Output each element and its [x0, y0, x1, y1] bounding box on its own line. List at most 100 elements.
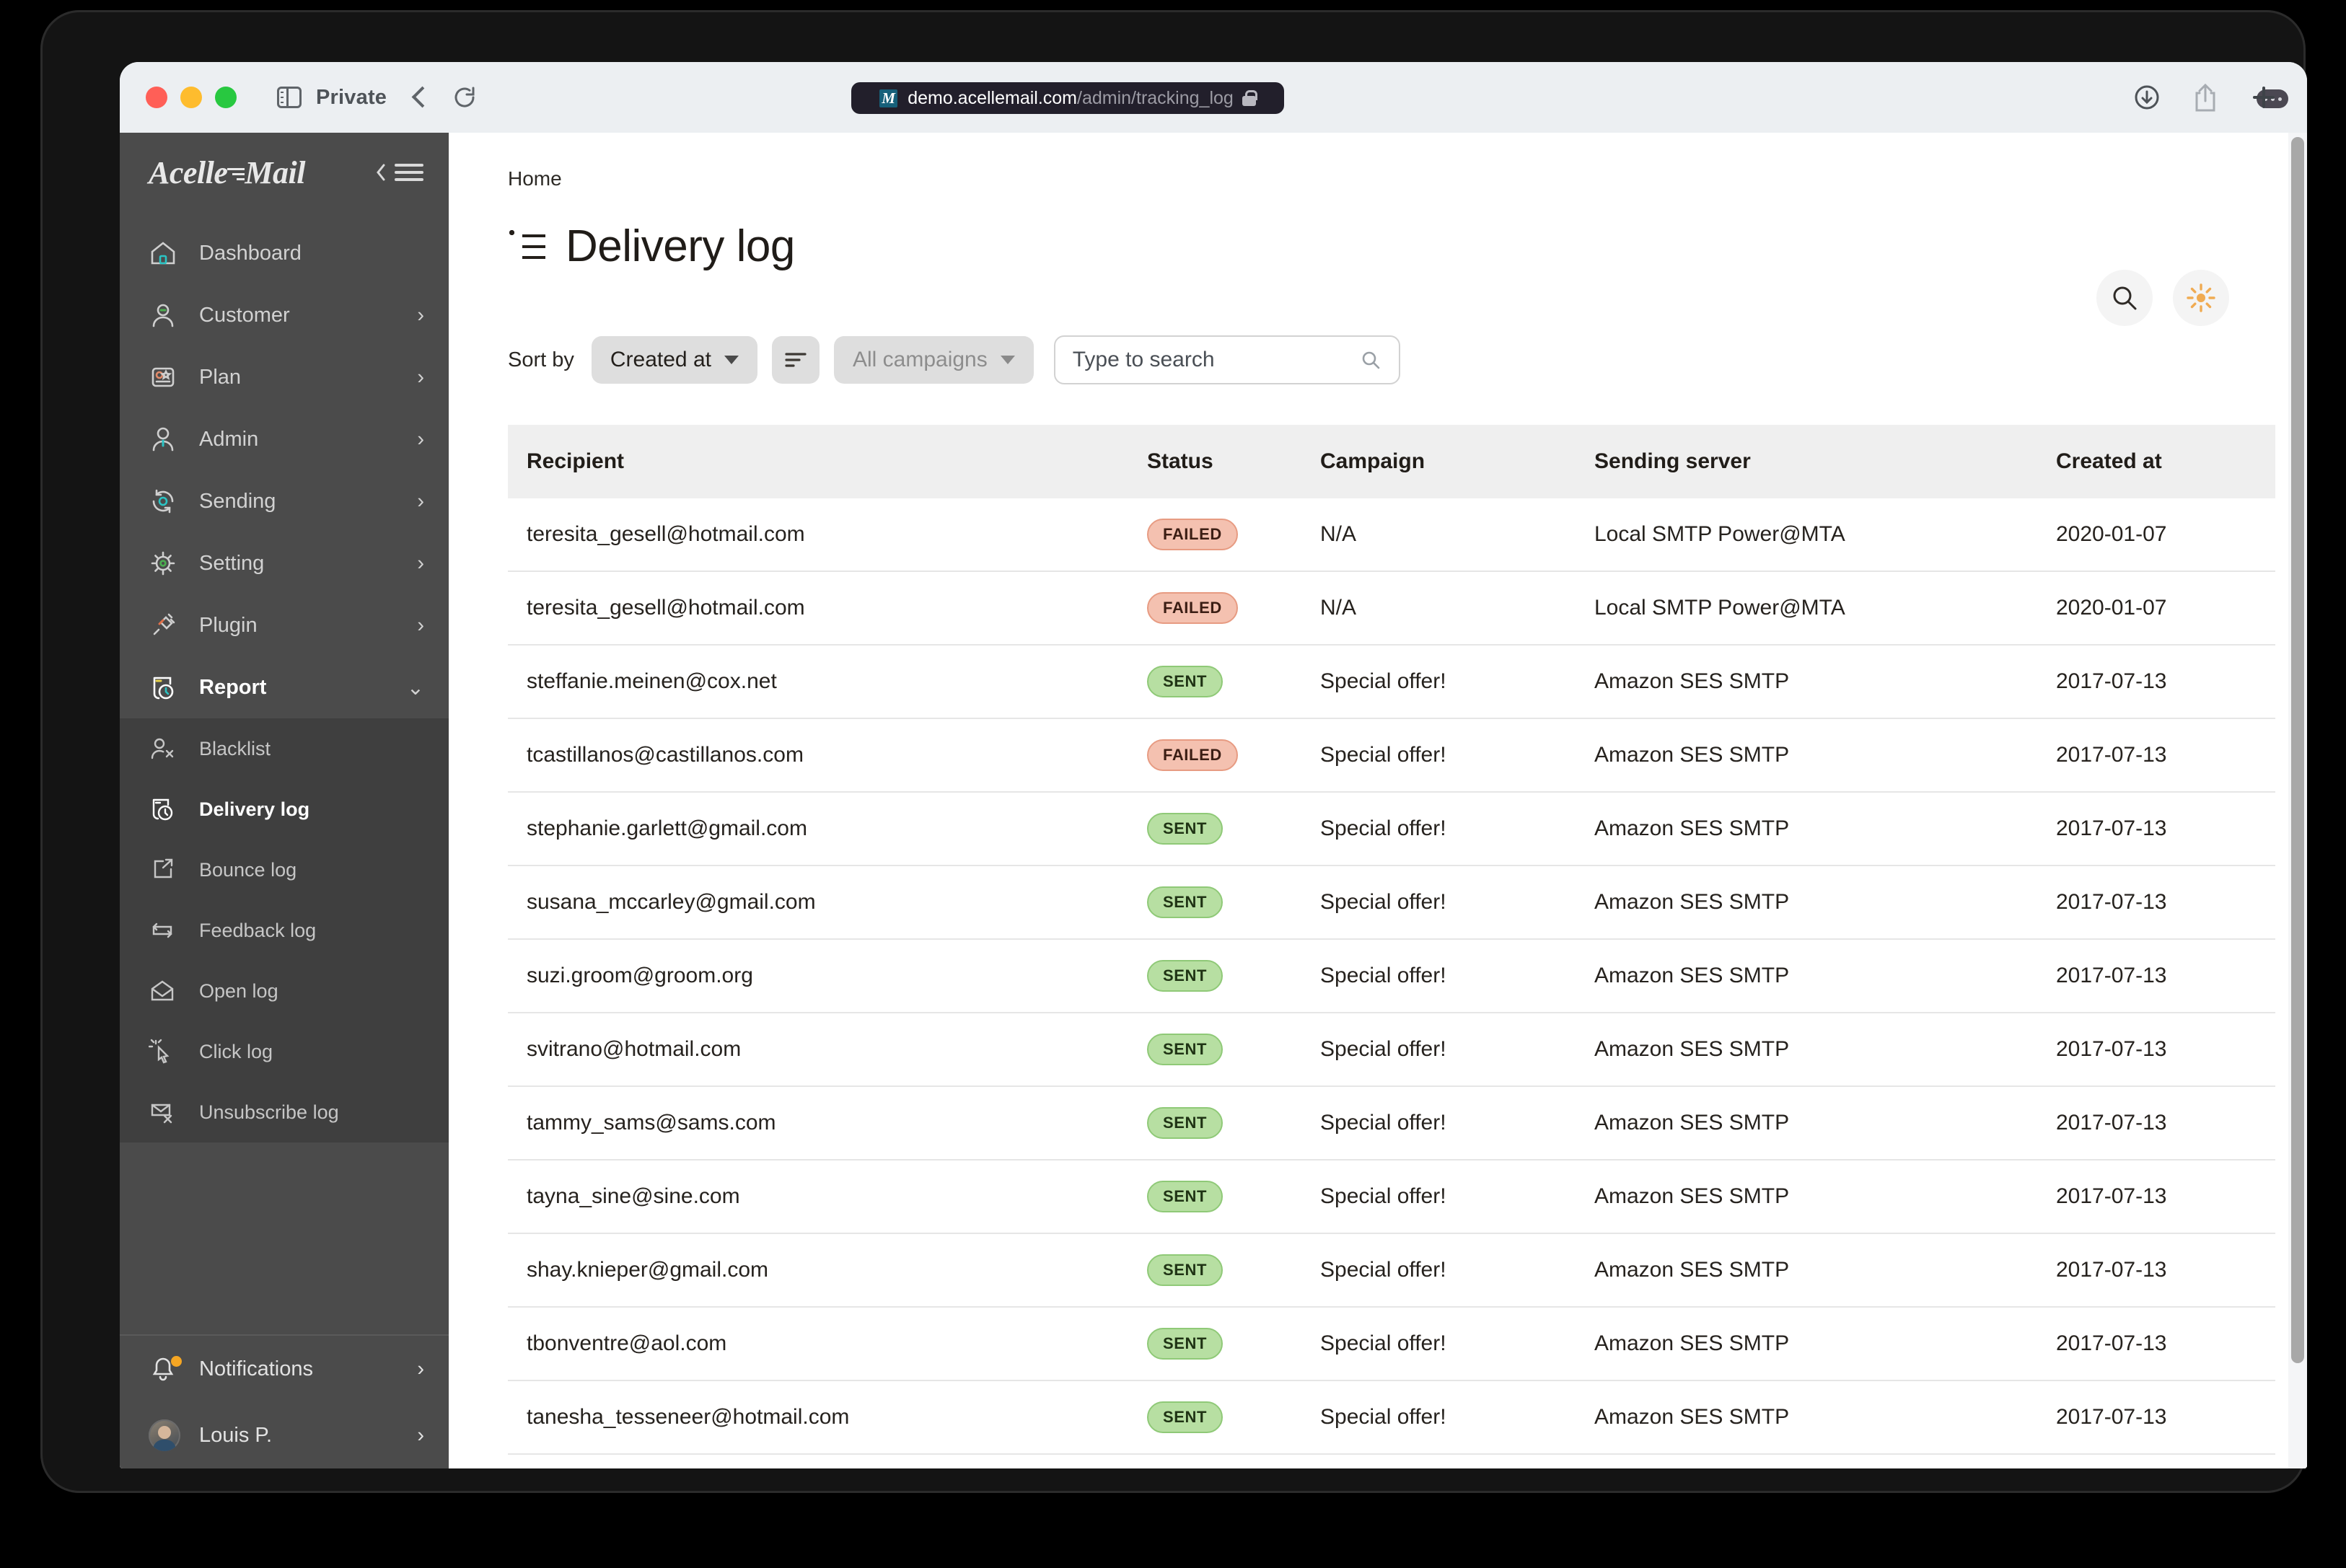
sidebar-nav: Dashboard Customer › Plan › Admin › Send…	[120, 212, 449, 718]
table-row[interactable]: tayna_sine@sine.com SENT Special offer! Ama…	[508, 1160, 2275, 1234]
table-row[interactable]: svitrano@hotmail.com SENT Special offer! Am…	[508, 1013, 2275, 1087]
maximize-window-button[interactable]	[215, 87, 237, 108]
table-row[interactable]: suzi.groom@groom.org SENT Special offer! Am…	[508, 939, 2275, 1013]
column-header-status[interactable]: Status	[1128, 425, 1301, 498]
search-field-wrapper[interactable]	[1053, 335, 1400, 384]
sidebar-item-customer[interactable]: Customer ›	[120, 284, 449, 346]
cell-server: Amazon SES SMTP	[1576, 1307, 2037, 1381]
table-row[interactable]: susana_mccarley@gmail.com SENT Special off…	[508, 866, 2275, 940]
cell-server: Local SMTP Power@MTA	[1576, 571, 2037, 646]
sidebar-item-plan[interactable]: Plan ›	[120, 346, 449, 408]
sort-direction-button[interactable]	[771, 336, 820, 384]
brand-logo[interactable]: Acelle Mail	[149, 154, 305, 191]
column-header-server[interactable]: Sending server	[1576, 425, 2037, 498]
sidebar-item-blacklist[interactable]: Blacklist	[120, 718, 449, 779]
table-row[interactable]: stephanie.garlett@gmail.com SENT Special o…	[508, 792, 2275, 866]
sidebar-item-label: Report	[199, 675, 267, 699]
table-row[interactable]: tammy_sams@sams.com SENT Special offer! Ama…	[508, 1086, 2275, 1160]
column-header-created[interactable]: Created at	[2037, 425, 2275, 498]
url-text: demo.acellemail.com/admin/tracking_log	[908, 88, 1234, 109]
status-badge: SENT	[1147, 813, 1223, 845]
table-row[interactable]: steffanie.meinen@cox.net SENT Special offe…	[508, 645, 2275, 719]
cell-recipient: teresita_gesell@hotmail.com	[508, 498, 1128, 572]
table-row[interactable]: tanesha_tesseneer@hotmail.com SENT Special…	[508, 1380, 2275, 1455]
sidebar-toggle-icon[interactable]	[277, 87, 302, 108]
sidebar-item-sending[interactable]: Sending ›	[120, 470, 449, 532]
sidebar-item-label: Open log	[199, 979, 278, 1002]
address-bar[interactable]: M demo.acellemail.com/admin/tracking_log	[851, 82, 1284, 114]
sidebar-item-unsubscribe-log[interactable]: Unsubscribe log	[120, 1082, 449, 1142]
sidebar-item-label: Notifications	[199, 1357, 313, 1380]
sidebar-item-label: Blacklist	[199, 737, 271, 759]
cell-status: SENT	[1128, 1380, 1301, 1455]
collapse-sidebar-icon[interactable]	[374, 160, 424, 185]
cell-status: SENT	[1128, 1454, 1301, 1468]
cell-created: 2017-07-13	[2037, 1086, 2275, 1160]
main-content: Home Delivery log Sort by Created at All…	[449, 133, 2307, 1468]
close-window-button[interactable]	[146, 87, 167, 108]
sidebar-item-open-log[interactable]: Open log	[120, 961, 449, 1021]
share-icon[interactable]	[2192, 82, 2219, 113]
plus-icon[interactable]	[2249, 83, 2278, 112]
status-badge: SENT	[1147, 1034, 1223, 1065]
cell-campaign: Special offer!	[1301, 939, 1576, 1013]
page-scrollbar-thumb[interactable]	[2291, 137, 2304, 1363]
sidebar-item-setting[interactable]: Setting ›	[120, 532, 449, 594]
status-badge: SENT	[1147, 1107, 1223, 1139]
cell-server: Local SMTP Power@MTA	[1576, 498, 2037, 572]
laptop-bezel: Private M demo.acellemail.com/admin/trac…	[40, 10, 2307, 1493]
theme-toggle-button[interactable]	[2173, 270, 2229, 326]
sidebar-item-notifications[interactable]: Notifications ›	[120, 1336, 449, 1402]
search-button[interactable]	[2096, 270, 2153, 326]
table-row[interactable]: tayna_keirnan@gmail.comSENTSpecial offer…	[508, 1454, 2275, 1468]
status-badge: SENT	[1147, 960, 1223, 992]
table-row[interactable]: teresita_gesell@hotmail.com FAILED N/A Loca…	[508, 498, 2275, 572]
sidebar-item-bounce-log[interactable]: Bounce log	[120, 840, 449, 900]
cell-server: Amazon SES SMTP	[1576, 792, 2037, 866]
lock-icon	[1242, 90, 1257, 106]
sidebar-item-click-log[interactable]: Click log	[120, 1021, 449, 1082]
sidebar-item-admin[interactable]: Admin ›	[120, 408, 449, 470]
cell-server: Amazon SES SMTP	[1576, 1233, 2037, 1308]
status-badge: FAILED	[1147, 739, 1238, 771]
cell-created: 2017-07-13	[2037, 718, 2275, 793]
cell-created: 2017-07-13	[2037, 792, 2275, 866]
sidebar-item-label: Admin	[199, 427, 259, 451]
table-row[interactable]: tbonventre@aol.com SENT Special offer! Amaz…	[508, 1307, 2275, 1381]
cell-campaign: Special offer!	[1301, 1160, 1576, 1234]
sending-sync-icon	[149, 487, 182, 516]
search-input[interactable]	[1072, 348, 1360, 372]
delivery-clock-icon	[149, 796, 182, 823]
sidebar-item-label: Sending	[199, 489, 276, 513]
cell-server: Amazon SES SMTP	[1576, 645, 2037, 719]
breadcrumb[interactable]: Home	[508, 167, 2307, 190]
browser-toolbar-right	[2132, 62, 2278, 133]
page-title: Delivery log	[566, 221, 795, 271]
cell-campaign: Special offer!	[1301, 792, 1576, 866]
chevron-right-icon: ›	[417, 551, 424, 575]
column-header-campaign[interactable]: Campaign	[1301, 425, 1576, 498]
minimize-window-button[interactable]	[180, 87, 202, 108]
cell-campaign: Special offer!	[1301, 866, 1576, 940]
campaign-filter-dropdown[interactable]: All campaigns	[833, 336, 1034, 384]
column-header-recipient[interactable]: Recipient	[508, 425, 1128, 498]
sidebar-item-account[interactable]: Louis P. ›	[120, 1402, 449, 1468]
delivery-log-table-wrapper: Recipient Status Campaign Sending server…	[508, 425, 2307, 1468]
sidebar-item-dashboard[interactable]: Dashboard	[120, 222, 449, 284]
download-icon[interactable]	[2132, 83, 2161, 112]
cell-recipient: tcastillanos@castillanos.com	[508, 718, 1128, 793]
page-scrollbar[interactable]	[2288, 133, 2307, 1468]
reload-icon[interactable]	[452, 84, 478, 110]
table-row[interactable]: tcastillanos@castillanos.com FAILED Specia…	[508, 718, 2275, 793]
sidebar-item-feedback-log[interactable]: Feedback log	[120, 900, 449, 961]
sort-field-dropdown[interactable]: Created at	[591, 336, 757, 384]
open-envelope-icon	[149, 977, 182, 1005]
chevron-left-icon[interactable]	[405, 85, 430, 110]
table-row[interactable]: teresita_gesell@hotmail.com FAILED N/A Loca…	[508, 571, 2275, 646]
table-row[interactable]: shay.knieper@gmail.com SENT Special offer!…	[508, 1233, 2275, 1308]
sidebar-item-report[interactable]: Report ⌄	[120, 656, 449, 718]
sidebar-item-plugin[interactable]: Plugin ›	[120, 594, 449, 656]
cell-recipient: tayna_sine@sine.com	[508, 1160, 1128, 1234]
sidebar-item-delivery-log[interactable]: Delivery log	[120, 779, 449, 840]
sort-field-value: Created at	[610, 348, 711, 371]
